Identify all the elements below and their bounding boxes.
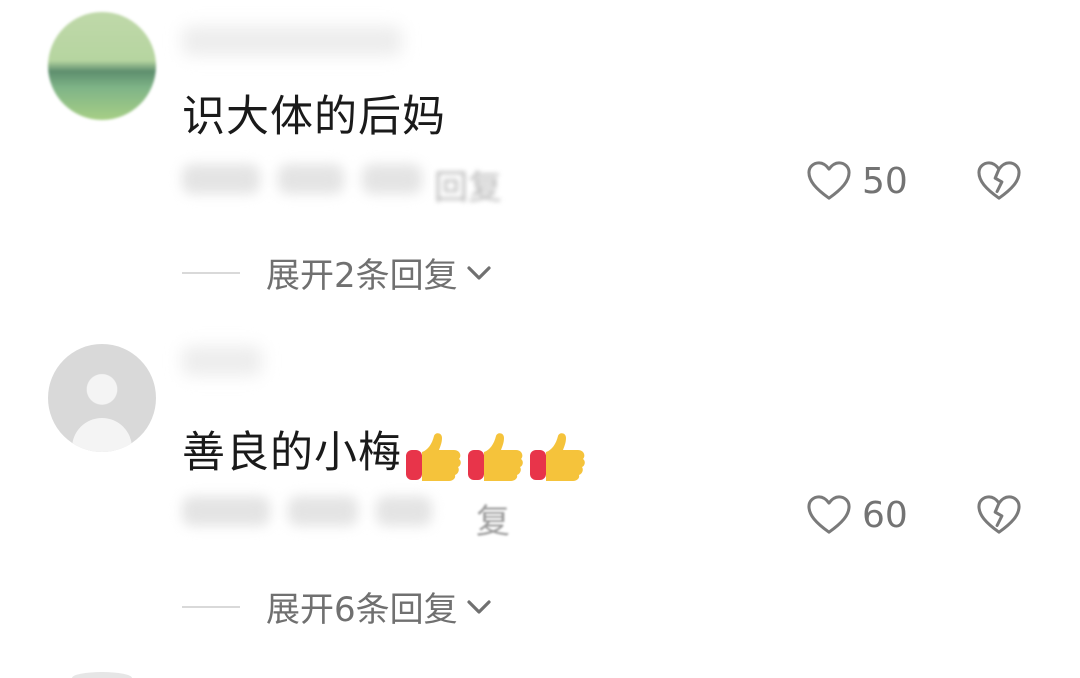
comment-text: 识大体的后妈 — [182, 92, 446, 142]
expand-replies-label: 展开2条回复 — [266, 256, 458, 296]
reply-link[interactable]: 回复 — [434, 160, 502, 209]
avatar[interactable] — [48, 344, 156, 452]
broken-heart-icon — [977, 495, 1021, 534]
username-blurred — [182, 346, 262, 376]
heart-outline-icon — [807, 495, 851, 534]
like-count: 60 — [862, 494, 908, 536]
comment-meta-blurred — [182, 496, 512, 530]
comment-text: 善良的小梅 — [182, 418, 588, 482]
chevron-down-icon — [467, 265, 491, 280]
divider — [182, 605, 240, 608]
expand-replies-label: 展开6条回复 — [266, 590, 458, 630]
like-button[interactable]: 50 — [806, 160, 908, 202]
like-count: 50 — [862, 160, 908, 202]
divider — [182, 271, 240, 274]
comment-text-body: 善良的小梅 — [182, 428, 402, 478]
comment-list: 识大体的后妈 回复 50 展开2条回复 善良的小梅 复 60 展开6条回复 — [0, 0, 1080, 678]
expand-replies-button[interactable]: 展开2条回复 — [182, 248, 492, 297]
broken-heart-icon — [977, 161, 1021, 200]
thumbs-up-icon — [530, 432, 585, 481]
heart-outline-icon — [807, 161, 851, 200]
avatar[interactable] — [48, 12, 156, 120]
thumbs-up-icon — [468, 432, 523, 481]
thumbs-up-emojis — [404, 430, 588, 482]
like-button[interactable]: 60 — [806, 494, 908, 536]
avatar[interactable] — [72, 672, 132, 678]
chevron-down-icon — [467, 599, 491, 614]
dislike-button[interactable] — [976, 160, 1022, 202]
thumbs-up-icon — [406, 432, 461, 481]
expand-replies-button[interactable]: 展开6条回复 — [182, 582, 492, 631]
dislike-button[interactable] — [976, 494, 1022, 536]
reply-link[interactable]: 复 — [476, 494, 510, 543]
username-blurred — [182, 26, 402, 56]
